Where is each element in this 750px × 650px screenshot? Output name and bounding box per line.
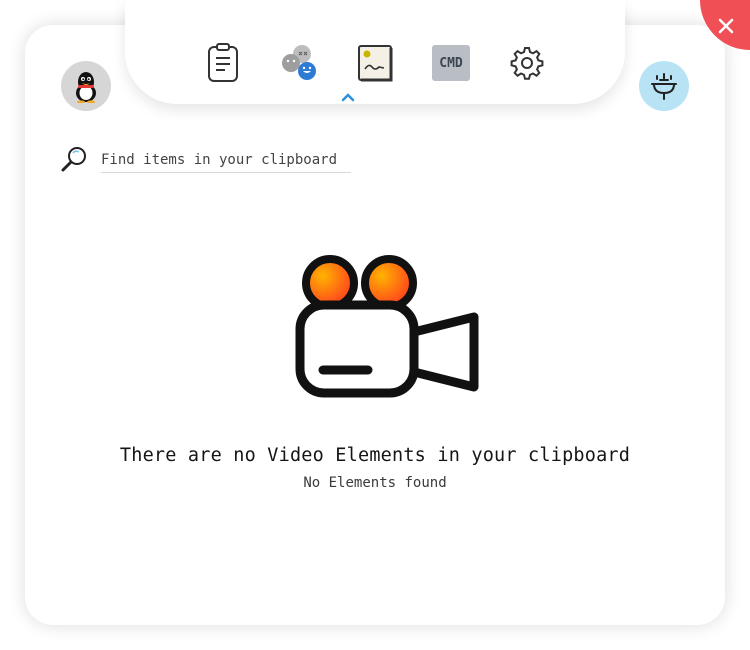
tab-settings[interactable] <box>507 43 547 83</box>
cmd-label: CMD <box>439 55 463 71</box>
tab-bar: CMD <box>125 0 625 104</box>
image-icon <box>358 45 393 82</box>
tab-images[interactable] <box>355 43 395 83</box>
active-tab-caret-icon <box>341 93 355 102</box>
sink-icon <box>651 73 677 100</box>
search-input[interactable] <box>101 147 351 173</box>
gear-icon <box>510 47 544 80</box>
clear-clipboard-button[interactable] <box>639 61 689 111</box>
avatar[interactable] <box>61 61 111 111</box>
penguin-icon <box>76 72 96 103</box>
emoji-faces-icon <box>282 45 316 80</box>
empty-state-subtitle: No Elements found <box>303 475 447 491</box>
search-icon <box>61 147 86 172</box>
tab-commands[interactable]: CMD <box>431 43 471 83</box>
clipboard-icon <box>208 43 238 82</box>
tab-clipboard[interactable] <box>203 43 243 83</box>
video-camera-icon <box>295 255 479 398</box>
cmd-icon: CMD <box>432 45 470 81</box>
close-icon <box>718 18 734 34</box>
tab-emoji[interactable] <box>279 43 319 83</box>
empty-state-title: There are no Video Elements in your clip… <box>119 445 631 466</box>
